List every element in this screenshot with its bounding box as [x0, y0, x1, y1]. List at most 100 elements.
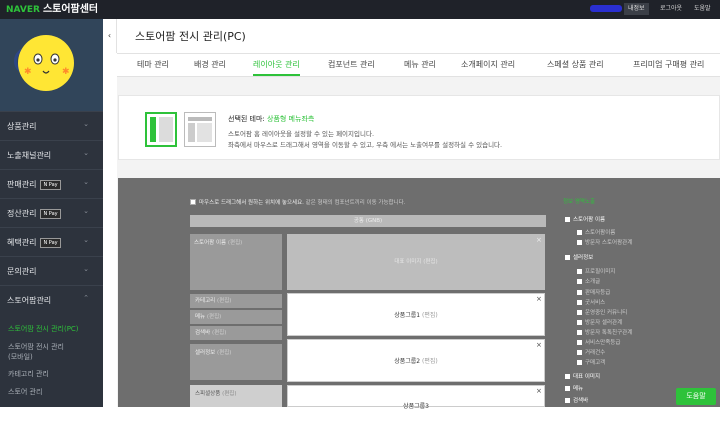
checkbox[interactable] [190, 199, 196, 205]
option-item[interactable]: 방문자 셀러관계 [577, 318, 622, 326]
selected-theme-value: 상품형 메뉴좌측 [267, 115, 315, 123]
sidebar-item-label-wrap: 판매관리 N Pay [7, 179, 61, 190]
edit-link[interactable]: (편집) [217, 298, 231, 304]
edit-link[interactable]: (편집) [422, 358, 438, 365]
option-label: 서비스만족등급 [585, 340, 621, 346]
submenu-display-pc[interactable]: 스토어팜 전시 관리(PC) [8, 324, 79, 334]
checkbox[interactable] [577, 309, 582, 315]
tab-layout[interactable]: 레이아웃 관리 [253, 59, 300, 76]
edit-link[interactable]: (편집) [228, 240, 242, 246]
option-item[interactable]: 굿서비스 [577, 298, 605, 306]
block-menu[interactable]: 메뉴 (편집) [190, 310, 282, 324]
checkbox[interactable] [577, 278, 582, 284]
checkbox[interactable] [577, 349, 582, 355]
submenu-display-mobile[interactable]: 스토어팜 전시 관리 [8, 342, 64, 352]
sidebar-item-label: 혜택관리 [7, 238, 37, 247]
drag-hint-text: 마우스로 드래그해서 원하는 위치에 놓으세요. [199, 200, 304, 206]
logout-button[interactable]: 로그아웃 [656, 3, 686, 15]
product-group-1[interactable]: 상품그룹1 (편집) [287, 293, 545, 336]
option-item[interactable]: 스토어팜 이름 [565, 215, 605, 223]
option-label: 방문자 스토어팜관계 [585, 240, 633, 246]
close-icon[interactable]: × [536, 341, 542, 349]
smiley-avatar-icon: ✱ ✱ [18, 35, 74, 91]
checkbox[interactable] [577, 359, 582, 365]
tab-theme[interactable]: 테마 관리 [137, 59, 169, 70]
option-item[interactable]: 셀러정보 [565, 253, 593, 261]
option-item[interactable]: 소개글 [577, 277, 600, 285]
option-item[interactable]: 스토어팜이름 [577, 228, 615, 236]
sidebar: ✱ ✱ 상품관리 ⌄ 노출채널관리 ⌄ 판매관리 N Pay ⌄ 정산관리 N Pa… [0, 19, 103, 407]
block-seller-info[interactable]: 셀러정보 (편집) [190, 344, 282, 380]
checkbox[interactable] [577, 239, 582, 245]
checkbox[interactable] [565, 216, 570, 222]
common-gnb-area: 공통 (GNB) [190, 215, 546, 227]
checkbox[interactable] [565, 397, 570, 403]
naver-logo[interactable]: NAVER 스토어팜센터 [6, 3, 98, 17]
sidebar-item-storefarm[interactable]: 스토어팜관리 ⌃ [0, 285, 103, 314]
product-group-3[interactable]: 상품그룹3 [287, 385, 545, 410]
checkbox[interactable] [577, 289, 582, 295]
checkbox[interactable] [565, 385, 570, 391]
checkbox[interactable] [577, 229, 582, 235]
checkbox[interactable] [577, 329, 582, 335]
submenu-category[interactable]: 카테고리 관리 [8, 369, 49, 379]
checkbox[interactable] [565, 254, 570, 260]
my-info-button[interactable]: 내정보 [624, 3, 649, 15]
close-icon[interactable]: × [536, 295, 542, 303]
option-item[interactable]: 방문자 톡톡친구관계 [577, 328, 632, 336]
block-category[interactable]: 카테고리 (편집) [190, 294, 282, 308]
edit-link[interactable]: (편집) [423, 259, 437, 265]
sidebar-item-inquiry[interactable]: 문의관리 ⌄ [0, 256, 103, 285]
sidebar-item-channel[interactable]: 노출채널관리 ⌄ [0, 140, 103, 169]
edit-link[interactable]: (편집) [422, 312, 438, 319]
edit-link[interactable]: (편집) [207, 314, 221, 320]
block-label-text: 메뉴 [195, 314, 206, 320]
edit-link[interactable]: (편집) [217, 350, 231, 356]
option-item[interactable]: 구매고객 [577, 358, 605, 366]
close-icon[interactable]: × [536, 236, 542, 244]
option-item[interactable]: 거래건수 [577, 348, 605, 356]
help-link[interactable]: 도움말 [690, 3, 715, 15]
option-label: 판매자등급 [585, 290, 611, 296]
layout-thumb-selected[interactable] [145, 112, 177, 147]
help-button[interactable]: 도움말 [676, 388, 716, 405]
rep-image-area[interactable]: 대표 이미지 (편집) [287, 234, 545, 290]
submenu-store[interactable]: 스토어 관리 [8, 387, 42, 397]
checkbox[interactable] [577, 319, 582, 325]
block-special-product[interactable]: 스피셜상품 (편집) [190, 385, 282, 407]
checkbox[interactable] [577, 299, 582, 305]
sidebar-item-product[interactable]: 상품관리 ⌄ [0, 111, 103, 140]
block-store-name[interactable]: 스토어팜 이름 (편집) [190, 234, 282, 290]
checkbox[interactable] [565, 373, 570, 379]
option-item[interactable]: 운영중인 커뮤니티 [577, 308, 627, 316]
option-item[interactable]: 검색바 [565, 396, 588, 404]
option-item[interactable]: 메뉴 [565, 384, 583, 392]
sidebar-item-settlement[interactable]: 정산관리 N Pay ⌄ [0, 198, 103, 227]
option-item[interactable]: 방문자 스토어팜관계 [577, 238, 632, 246]
sidebar-collapse-button[interactable]: ‹ [103, 19, 117, 53]
tab-background[interactable]: 배경 관리 [194, 59, 226, 70]
tab-component[interactable]: 컴포넌트 관리 [328, 59, 375, 70]
option-item[interactable]: 판매자등급 [577, 288, 610, 296]
edit-link[interactable]: (편집) [222, 391, 236, 397]
checkbox[interactable] [577, 268, 582, 274]
close-icon[interactable]: × [536, 387, 542, 395]
option-item[interactable]: 프로필이미지 [577, 267, 615, 275]
tab-menu[interactable]: 메뉴 관리 [404, 59, 436, 70]
option-label: 스토어팜이름 [585, 230, 616, 236]
tab-premium-review[interactable]: 프리미엄 구매평 관리 [633, 59, 704, 70]
edit-link[interactable]: (편집) [212, 330, 226, 336]
product-group-2[interactable]: 상품그룹2 (편집) [287, 339, 545, 382]
sidebar-item-sales[interactable]: 판매관리 N Pay ⌄ [0, 169, 103, 198]
option-item[interactable]: 대표 이미지 [565, 372, 600, 380]
checkbox[interactable] [577, 339, 582, 345]
block-search[interactable]: 검색바 (편집) [190, 326, 282, 340]
layout-thumb[interactable] [184, 112, 216, 147]
tab-special-product[interactable]: 스페셜 상품 관리 [547, 59, 604, 70]
chevron-down-icon: ⌄ [83, 120, 89, 128]
option-item[interactable]: 서비스만족등급 [577, 338, 620, 346]
submenu-display-mobile-suffix[interactable]: (모바일) [8, 352, 33, 362]
option-label: 소개글 [585, 279, 601, 285]
tab-intro-page[interactable]: 소개페이지 관리 [461, 59, 515, 70]
sidebar-item-benefit[interactable]: 혜택관리 N Pay ⌄ [0, 227, 103, 256]
